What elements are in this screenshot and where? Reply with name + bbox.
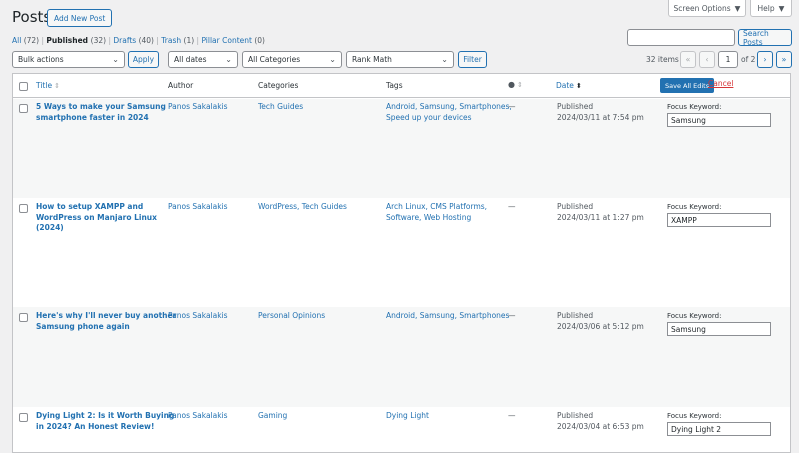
focus-keyword-label: Focus Keyword: <box>667 103 722 111</box>
post-title-link[interactable]: Dying Light 2: Is it Worth Buying in 2024… <box>36 411 174 432</box>
post-author-link[interactable]: Panos Sakalakis <box>168 411 228 422</box>
post-categories[interactable]: Gaming <box>258 411 287 422</box>
column-tags: Tags <box>386 81 403 90</box>
table-row: Here's why I'll never buy another Samsung… <box>13 307 790 407</box>
view-all[interactable]: All (72) <box>12 36 39 45</box>
focus-keyword-label: Focus Keyword: <box>667 312 722 320</box>
table-row: Dying Light 2: Is it Worth Buying in 2024… <box>13 407 790 452</box>
post-title-link[interactable]: Here's why I'll never buy another Samsung… <box>36 311 176 332</box>
items-count: 32 items <box>646 55 679 64</box>
column-author: Author <box>168 81 194 90</box>
categories-select[interactable]: All Categories ⌄ <box>242 51 342 68</box>
focus-keyword-input[interactable]: Dying Light 2 <box>667 422 771 436</box>
focus-keyword-input[interactable]: Samsung <box>667 113 771 127</box>
total-pages: of 2 <box>741 55 756 64</box>
screen-options-label: Screen Options <box>673 3 731 13</box>
post-tags[interactable]: Android, Samsung, Smartphones <box>386 311 509 322</box>
column-categories: Categories <box>258 81 299 90</box>
row-checkbox[interactable] <box>19 313 28 322</box>
post-author-link[interactable]: Panos Sakalakis <box>168 102 228 113</box>
search-input[interactable] <box>627 29 735 46</box>
chevron-down-icon: ⌄ <box>225 55 232 64</box>
dates-select[interactable]: All dates ⌄ <box>168 51 238 68</box>
view-trash[interactable]: Trash (1) <box>161 36 194 45</box>
column-date[interactable]: Date ⬍ <box>556 81 582 90</box>
select-all-checkbox[interactable] <box>19 82 28 91</box>
row-checkbox[interactable] <box>19 413 28 422</box>
comment-count: — <box>508 411 516 420</box>
post-date: Published 2024/03/11 at 1:27 pm <box>557 202 644 222</box>
view-drafts[interactable]: Drafts (40) <box>113 36 154 45</box>
last-page-button[interactable]: » <box>776 51 792 68</box>
post-date: Published 2024/03/06 at 5:12 pm <box>557 311 644 331</box>
focus-keyword-input[interactable]: Samsung <box>667 322 771 336</box>
apply-button[interactable]: Apply <box>128 51 159 68</box>
cancel-link[interactable]: Cancel <box>708 79 733 88</box>
next-page-button[interactable]: › <box>757 51 773 68</box>
focus-keyword-input[interactable]: XAMPP <box>667 213 771 227</box>
search-posts-button[interactable]: Search Posts <box>738 29 792 47</box>
row-checkbox[interactable] <box>19 104 28 113</box>
post-tags[interactable]: Dying Light <box>386 411 429 422</box>
chevron-down-icon: ⌄ <box>329 55 336 64</box>
post-author-link[interactable]: Panos Sakalakis <box>168 311 228 322</box>
seo-filter-select[interactable]: Rank Math ⌄ <box>346 51 454 68</box>
column-comments[interactable]: ● ⇕ <box>508 80 523 89</box>
sort-arrows-icon: ⇕ <box>54 82 60 90</box>
post-categories[interactable]: WordPress, Tech Guides <box>258 202 347 213</box>
table-header: Title ⇕ Author Categories Tags ● ⇕ Date ⬍ S… <box>13 74 790 98</box>
table-row: 5 Ways to make your Samsung smartphone fa… <box>13 99 790 198</box>
screen-options-button[interactable]: Screen Options ▼ <box>668 0 746 17</box>
post-tags[interactable]: Android, Samsung, Smartphones, Speed up y… <box>386 102 512 123</box>
comment-bubble-icon: ● <box>508 80 515 89</box>
help-button[interactable]: Help ▼ <box>750 0 792 17</box>
help-label: Help <box>757 3 775 13</box>
current-page-input[interactable]: 1 <box>718 51 738 68</box>
comment-count: — <box>508 311 516 320</box>
focus-keyword-label: Focus Keyword: <box>667 203 722 211</box>
post-status-views: All (72) | Published (32) | Drafts (40) … <box>12 36 265 45</box>
view-pillar-content[interactable]: Pillar Content (0) <box>201 36 265 45</box>
post-categories[interactable]: Personal Opinions <box>258 311 325 322</box>
page-title: Posts <box>12 8 52 26</box>
prev-page-button: ‹ <box>699 51 715 68</box>
caret-down-icon: ▼ <box>734 3 741 13</box>
post-tags[interactable]: Arch Linux, CMS Platforms, Software, Web … <box>386 202 487 223</box>
first-page-button: « <box>680 51 696 68</box>
view-published[interactable]: Published (32) <box>46 36 106 45</box>
post-title-link[interactable]: 5 Ways to make your Samsung smartphone fa… <box>36 102 166 123</box>
post-author-link[interactable]: Panos Sakalakis <box>168 202 228 213</box>
post-categories[interactable]: Tech Guides <box>258 102 303 113</box>
caret-down-icon: ▼ <box>778 3 785 13</box>
row-checkbox[interactable] <box>19 204 28 213</box>
comment-count: — <box>508 202 516 211</box>
sort-arrows-icon: ⇕ <box>516 81 523 89</box>
column-title[interactable]: Title ⇕ <box>36 81 60 90</box>
save-all-edits-button[interactable]: Save All Edits <box>660 78 715 93</box>
add-new-post-button[interactable]: Add New Post <box>47 9 113 27</box>
table-row: How to setup XAMPP and WordPress on Manja… <box>13 198 790 307</box>
chevron-down-icon: ⌄ <box>112 55 119 64</box>
post-date: Published 2024/03/11 at 7:54 pm <box>557 102 644 122</box>
chevron-down-icon: ⌄ <box>441 55 448 64</box>
filter-button[interactable]: Filter <box>458 51 487 68</box>
sort-desc-icon: ⬍ <box>575 82 582 90</box>
posts-table: Title ⇕ Author Categories Tags ● ⇕ Date ⬍ S… <box>12 73 791 453</box>
comment-count: — <box>508 102 516 111</box>
post-title-link[interactable]: How to setup XAMPP and WordPress on Manja… <box>36 202 157 234</box>
bulk-actions-select[interactable]: Bulk actions ⌄ <box>12 51 125 68</box>
post-date: Published 2024/03/04 at 6:53 pm <box>557 411 644 431</box>
focus-keyword-label: Focus Keyword: <box>667 412 722 420</box>
